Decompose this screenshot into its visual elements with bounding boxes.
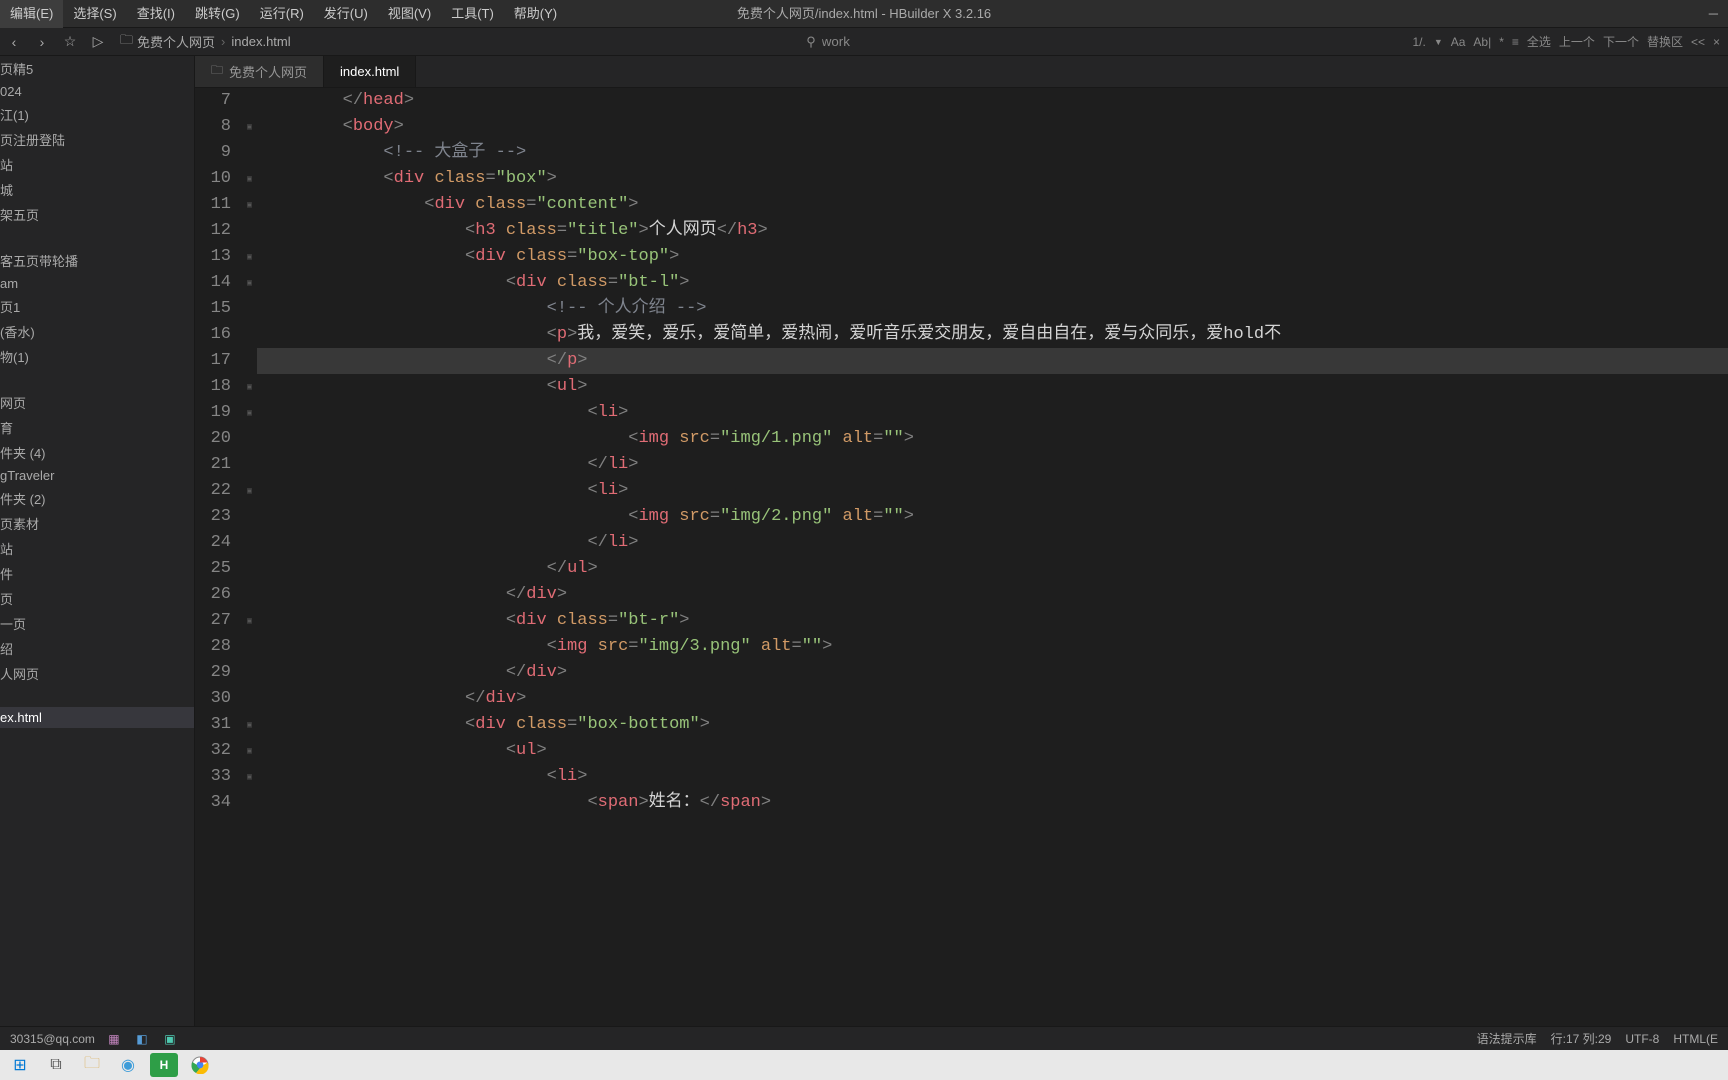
file-tree-item[interactable]: 城 [0, 177, 194, 202]
status-icon-2[interactable]: ◧ [133, 1030, 151, 1048]
file-tree-item[interactable]: 件 [0, 561, 194, 586]
file-tree-item[interactable]: 一页 [0, 611, 194, 636]
search-panel: ⚲ [806, 34, 922, 50]
menu-items: 编辑(E)选择(S)查找(I)跳转(G)运行(R)发行(U)视图(V)工具(T)… [0, 0, 567, 28]
menu-item[interactable]: 运行(R) [250, 0, 314, 28]
close-search-button[interactable]: × [1713, 35, 1720, 49]
file-tree-item[interactable] [0, 227, 194, 248]
file-tree-item[interactable]: 育 [0, 415, 194, 440]
file-tree-item[interactable]: 绍 [0, 636, 194, 661]
search-input[interactable] [822, 34, 922, 49]
prev-button[interactable]: 上一个 [1559, 33, 1595, 50]
fold-gutter[interactable]: ▣▣▣▣▣▣▣▣▣▣▣▣ [243, 88, 257, 1026]
window-title: 免费个人网页/index.html - HBuilder X 3.2.16 [737, 0, 991, 28]
menu-bar: 编辑(E)选择(S)查找(I)跳转(G)运行(R)发行(U)视图(V)工具(T)… [0, 0, 1728, 28]
run-button[interactable]: ▷ [84, 33, 112, 50]
window-controls: ─ [1709, 0, 1718, 28]
file-tree-item[interactable]: am [0, 273, 194, 294]
edge-icon[interactable]: ◉ [114, 1053, 142, 1077]
select-all-button[interactable]: 全选 [1527, 33, 1551, 50]
file-tree-item[interactable]: 江(1) [0, 102, 194, 127]
folder-icon: 🗀 [211, 61, 223, 82]
editor-tab[interactable]: 🗀 免费个人网页 [195, 56, 324, 87]
file-tree-item[interactable]: 024 [0, 81, 194, 102]
folder-icon: 🗀 [120, 31, 133, 53]
line-numbers: 7891011121314151617181920212223242526272… [195, 88, 243, 1026]
search-icon: ⚲ [806, 34, 816, 50]
account-email[interactable]: 30315@qq.com [10, 1032, 95, 1046]
file-tree-item[interactable]: (香水) [0, 319, 194, 344]
file-tree-item[interactable]: 页 [0, 586, 194, 611]
editor-tab[interactable]: index.html [324, 56, 416, 87]
menu-item[interactable]: 工具(T) [441, 0, 504, 28]
tab-bar: 🗀 免费个人网页 index.html [195, 56, 1728, 88]
status-bar: 30315@qq.com ▦ ◧ ▣ 语法提示库 行:17 列:29 UTF-8… [0, 1026, 1728, 1050]
toolbar: ‹ › ☆ ▷ 🗀 免费个人网页 › index.html ⚲ 1/. ▼ Aa… [0, 28, 1728, 56]
file-tree-item[interactable] [0, 686, 194, 707]
file-tree-item[interactable]: 人网页 [0, 661, 194, 686]
file-explorer[interactable]: 页精5024江(1)页注册登陆站城架五页 客五页带轮播am页1(香水)物(1) … [0, 56, 195, 1026]
windows-taskbar: ⊞ ⧉ 🗀 ◉ H [0, 1050, 1728, 1080]
file-tree-item[interactable]: 页注册登陆 [0, 127, 194, 152]
encoding-button[interactable]: UTF-8 [1625, 1032, 1659, 1046]
file-tree-item[interactable]: 件夹 (4) [0, 440, 194, 465]
file-tree-item[interactable]: 网页 [0, 390, 194, 415]
main-area: 页精5024江(1)页注册登陆站城架五页 客五页带轮播am页1(香水)物(1) … [0, 56, 1728, 1026]
chevron-down-icon[interactable]: ▼ [1434, 37, 1443, 47]
cursor-position: 行:17 列:29 [1551, 1030, 1612, 1047]
code-content[interactable]: </head> <body> <!-- 大盒子 --> <div class="… [257, 88, 1728, 1026]
word-toggle[interactable]: Ab| [1473, 35, 1491, 49]
status-icon-1[interactable]: ▦ [105, 1030, 123, 1048]
collapse-button[interactable]: << [1691, 35, 1705, 49]
tab-label: index.html [340, 64, 399, 79]
list-toggle[interactable]: ≡ [1512, 35, 1519, 49]
syntax-hint-button[interactable]: 语法提示库 [1477, 1030, 1537, 1047]
file-tree-item[interactable]: 页素材 [0, 511, 194, 536]
menu-item[interactable]: 视图(V) [378, 0, 441, 28]
menu-item[interactable]: 选择(S) [63, 0, 126, 28]
regex-toggle[interactable]: * [1499, 35, 1504, 49]
case-toggle[interactable]: Aa [1451, 35, 1466, 49]
task-view-button[interactable]: ⧉ [42, 1053, 70, 1077]
toolbar-right: 1/. ▼ Aa Ab| * ≡ 全选 上一个 下一个 替换区 << × [1412, 33, 1720, 50]
file-tree-item[interactable]: 站 [0, 536, 194, 561]
minimize-button[interactable]: ─ [1709, 0, 1718, 28]
editor-area: 🗀 免费个人网页 index.html 7891011121314151617181… [195, 56, 1728, 1026]
menu-item[interactable]: 帮助(Y) [504, 0, 567, 28]
file-tree-item[interactable]: 页精5 [0, 56, 194, 81]
next-button[interactable]: 下一个 [1603, 33, 1639, 50]
breadcrumb: 🗀 免费个人网页 › index.html [120, 31, 295, 53]
breadcrumb-file[interactable]: index.html [227, 34, 294, 49]
file-explorer-icon[interactable]: 🗀 [78, 1053, 106, 1077]
file-tree-item[interactable] [0, 369, 194, 390]
language-mode-button[interactable]: HTML(E [1673, 1032, 1718, 1046]
breadcrumb-separator: › [219, 34, 227, 49]
back-button[interactable]: ‹ [0, 34, 28, 50]
forward-button[interactable]: › [28, 34, 56, 50]
menu-item[interactable]: 跳转(G) [185, 0, 250, 28]
file-tree-item[interactable]: 站 [0, 152, 194, 177]
ratio-label[interactable]: 1/. [1412, 35, 1425, 49]
file-tree-item[interactable]: 物(1) [0, 344, 194, 369]
star-button[interactable]: ☆ [56, 33, 84, 50]
file-tree-item[interactable]: ex.html [0, 707, 194, 728]
start-button[interactable]: ⊞ [6, 1053, 34, 1077]
tab-label: 免费个人网页 [229, 62, 307, 81]
menu-item[interactable]: 编辑(E) [0, 0, 63, 28]
breadcrumb-folder[interactable]: 免费个人网页 [133, 32, 219, 51]
file-tree-item[interactable]: 客五页带轮播 [0, 248, 194, 273]
file-tree-item[interactable]: 页1 [0, 294, 194, 319]
chrome-icon[interactable] [186, 1053, 214, 1077]
menu-item[interactable]: 发行(U) [314, 0, 378, 28]
file-tree-item[interactable]: 架五页 [0, 202, 194, 227]
replace-zone-button[interactable]: 替换区 [1647, 33, 1683, 50]
code-editor[interactable]: 7891011121314151617181920212223242526272… [195, 88, 1728, 1026]
file-tree-item[interactable]: gTraveler [0, 465, 194, 486]
status-icon-3[interactable]: ▣ [161, 1030, 179, 1048]
menu-item[interactable]: 查找(I) [127, 0, 185, 28]
file-tree-item[interactable]: 件夹 (2) [0, 486, 194, 511]
hbuilder-icon[interactable]: H [150, 1053, 178, 1077]
